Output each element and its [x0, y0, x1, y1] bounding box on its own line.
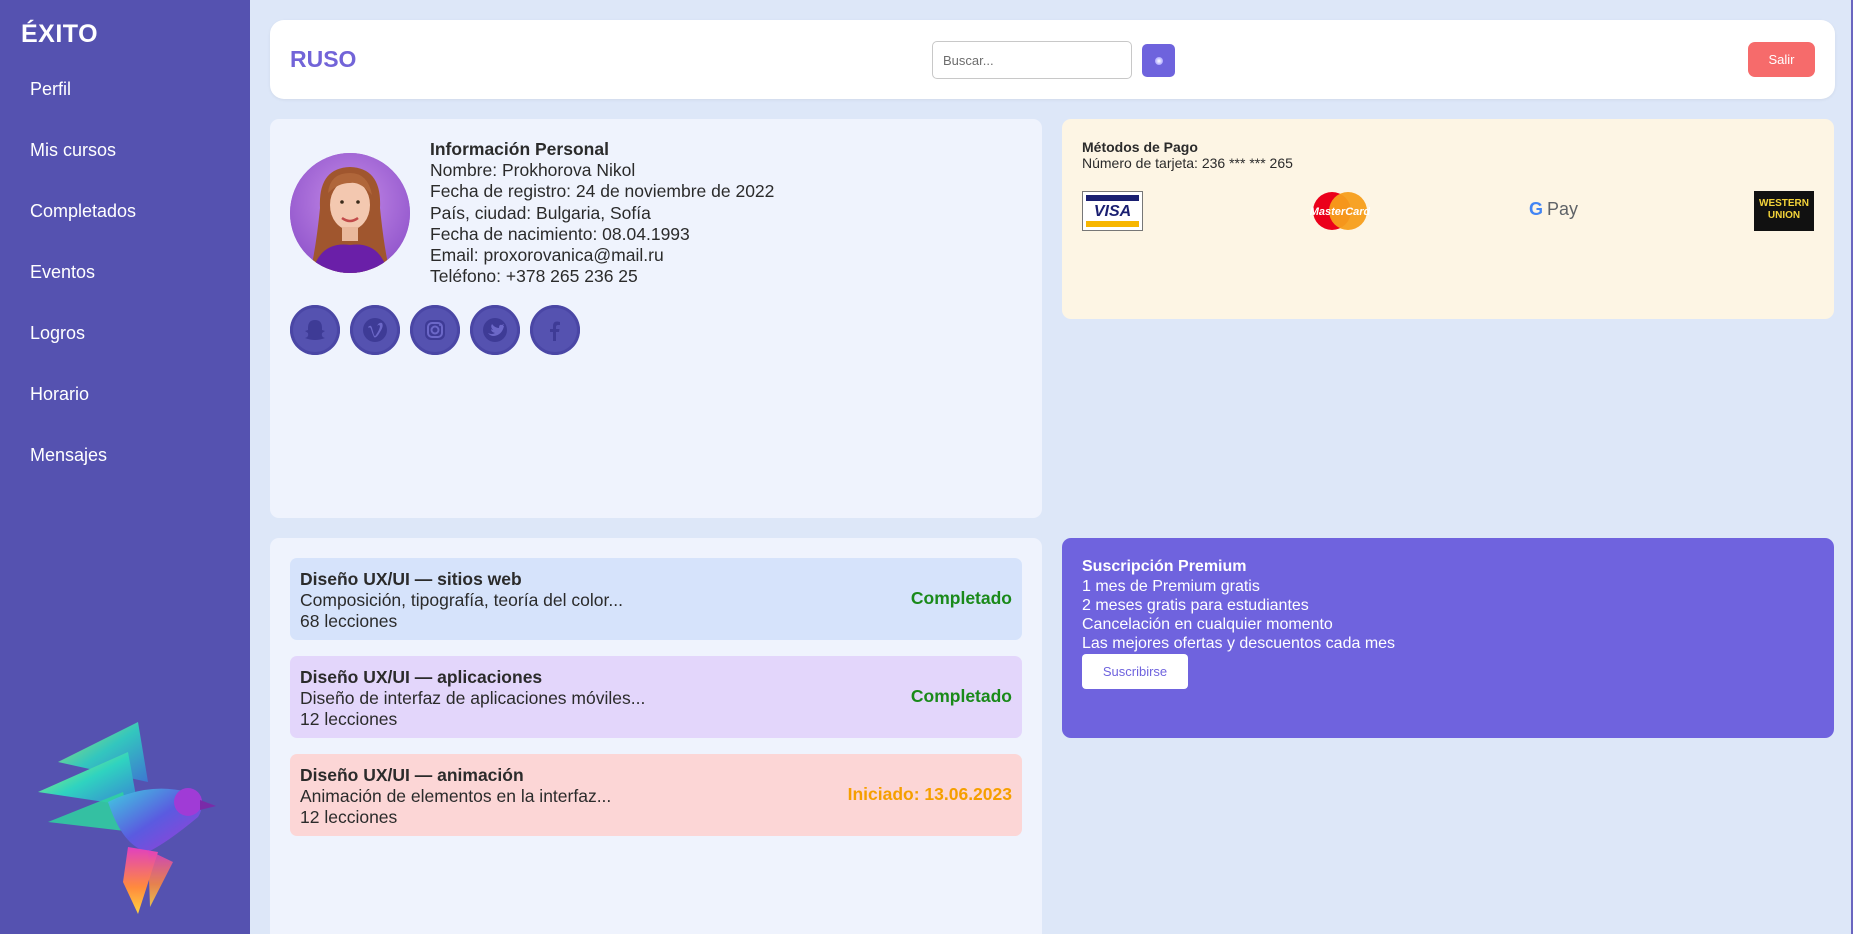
payment-methods-card: Métodos de Pago Número de tarjeta: 236 *…: [1062, 119, 1834, 319]
twitter-icon[interactable]: [470, 305, 520, 355]
info-name: Nombre: Prokhorova Nikol: [430, 160, 636, 181]
premium-title: Suscripción Premium: [1082, 558, 1247, 575]
vimeo-icon[interactable]: [350, 305, 400, 355]
logout-button[interactable]: Salir: [1748, 42, 1815, 77]
sidebar-item-mis-cursos[interactable]: Mis cursos: [30, 123, 136, 184]
mastercard-logo-icon[interactable]: MasterCard: [1310, 191, 1371, 231]
info-email: Email: proxorovanica@mail.ru: [430, 245, 664, 266]
sidebar-item-completados[interactable]: Completados: [30, 184, 136, 245]
search-dot-icon: [1154, 56, 1163, 65]
premium-benefit: 1 mes de Premium gratis: [1082, 578, 1260, 595]
course-name: Diseño UX/UI — sitios web: [300, 569, 522, 589]
course-name: Diseño UX/UI — animación: [300, 765, 524, 785]
info-birthdate: Fecha de nacimiento: 08.04.1993: [430, 223, 690, 244]
sidebar-item-eventos[interactable]: Eventos: [30, 245, 136, 306]
facebook-icon[interactable]: [530, 305, 580, 355]
sidebar-item-horario[interactable]: Horario: [30, 367, 136, 428]
course-description: Composición, tipografía, teoría del colo…: [300, 590, 623, 610]
payment-title: Métodos de Pago: [1082, 139, 1198, 155]
info-registered: Fecha de registro: 24 de noviembre de 20…: [430, 181, 775, 202]
premium-benefit: 2 meses gratis para estudiantes: [1082, 597, 1309, 614]
course-item[interactable]: Diseño UX/UI — aplicaciones Diseño de in…: [290, 656, 1022, 738]
premium-benefits: 1 mes de Premium gratis 2 meses gratis p…: [1082, 577, 1395, 653]
western-union-logo-icon[interactable]: WESTERN UNION: [1754, 191, 1814, 231]
sidebar: ÉXITO Perfil Mis cursos Completados Even…: [0, 0, 250, 934]
visa-label: VISA: [1093, 203, 1132, 220]
visa-logo-icon[interactable]: VISA: [1082, 191, 1143, 231]
info-location: País, ciudad: Bulgaria, Sofía: [430, 202, 651, 223]
personal-info: Información Personal Nombre: Prokhorova …: [430, 139, 774, 287]
premium-subscription-card: Suscripción Premium 1 mes de Premium gra…: [1062, 538, 1834, 738]
search-input[interactable]: [932, 41, 1132, 79]
subscribe-button[interactable]: Suscribirse: [1082, 654, 1188, 689]
brand-title: ÉXITO: [21, 20, 99, 48]
card-number: Número de tarjeta: 236 *** *** 265: [1082, 155, 1293, 171]
course-item[interactable]: Diseño UX/UI — sitios web Composición, t…: [290, 558, 1022, 640]
profile-card: Información Personal Nombre: Prokhorova …: [270, 119, 1042, 518]
payment-logos: VISA MasterCard G Pay WESTERN UNION: [1082, 191, 1814, 231]
course-lessons: 12 lecciones: [300, 807, 398, 827]
mastercard-label: MasterCard: [1310, 206, 1370, 218]
top-bar: RUSO Salir: [270, 20, 1835, 99]
search-button[interactable]: [1142, 44, 1175, 77]
western-union-line1: WESTERN: [1759, 198, 1809, 209]
course-lessons: 68 lecciones: [300, 611, 398, 631]
course-status: Iniciado: 13.06.2023: [847, 784, 1012, 804]
premium-benefit: Cancelación en cualquier momento: [1082, 616, 1333, 633]
snapchat-icon[interactable]: [290, 305, 340, 355]
instagram-icon[interactable]: [410, 305, 460, 355]
page-title: RUSO: [290, 46, 357, 72]
course-status: Completado: [910, 588, 1012, 608]
bird-logo-icon: [38, 722, 216, 914]
course-name: Diseño UX/UI — aplicaciones: [300, 667, 543, 687]
sidebar-item-mensajes[interactable]: Mensajes: [30, 428, 136, 489]
sidebar-item-perfil[interactable]: Perfil: [30, 62, 136, 123]
gpay-label: Pay: [1547, 199, 1579, 219]
course-description: Diseño de interfaz de aplicaciones móvil…: [300, 688, 646, 708]
gpay-logo-icon[interactable]: G Pay: [1529, 199, 1578, 220]
western-union-line2: UNION: [1767, 210, 1801, 221]
course-status: Completado: [910, 686, 1012, 706]
premium-benefit: Las mejores ofertas y descuentos cada me…: [1082, 635, 1396, 652]
sidebar-item-logros[interactable]: Logros: [30, 306, 136, 367]
courses-card: Diseño UX/UI — sitios web Composición, t…: [270, 538, 1042, 934]
course-item[interactable]: Diseño UX/UI — animación Animación de el…: [290, 754, 1022, 836]
avatar: [290, 153, 410, 273]
course-lessons: 12 lecciones: [300, 709, 398, 729]
info-phone: Teléfono: +378 265 236 25: [430, 266, 638, 287]
sidebar-nav: Perfil Mis cursos Completados Eventos Lo…: [30, 62, 136, 489]
info-heading: Información Personal: [430, 139, 609, 159]
avatar-photo: [290, 153, 410, 273]
social-links: [290, 305, 580, 355]
